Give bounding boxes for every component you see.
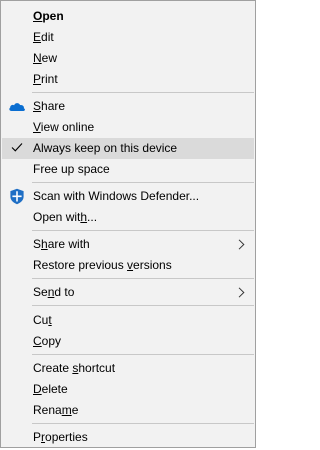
menu-item-label: Cut <box>33 313 52 327</box>
menu-item-free-up-space[interactable]: Free up space <box>2 159 254 180</box>
menu-item-cut[interactable]: Cut <box>2 310 254 331</box>
menu-item-open[interactable]: Open <box>2 6 254 27</box>
menu-item-edit[interactable]: Edit <box>2 27 254 48</box>
menu-separator <box>32 182 254 183</box>
menu-item-restore-previous-versions[interactable]: Restore previous versions <box>2 255 254 276</box>
menu-item-label: Share <box>33 99 66 113</box>
menu-item-label: New <box>33 51 58 65</box>
menu-item-label: Delete <box>33 382 68 396</box>
checkmark-icon <box>11 143 23 152</box>
menu-separator <box>32 230 254 231</box>
menu-item-send-to[interactable]: Send to <box>2 282 254 303</box>
menu-item-label: Create shortcut <box>33 361 116 375</box>
menu-separator <box>32 278 254 279</box>
menu-item-print[interactable]: Print <box>2 69 254 90</box>
menu-item-label: Print <box>33 72 58 86</box>
menu-item-label: Restore previous versions <box>33 258 172 272</box>
menu-item-label: Copy <box>33 334 62 348</box>
windows-defender-shield-icon <box>10 188 24 205</box>
menu-separator <box>32 305 254 306</box>
menu-item-create-shortcut[interactable]: Create shortcut <box>2 358 254 379</box>
onedrive-cloud-icon <box>9 103 25 111</box>
menu-item-view-online[interactable]: View online <box>2 117 254 138</box>
menu-item-label: Open with... <box>33 210 98 224</box>
context-menu: Open Edit New Print Share View online Al… <box>0 0 256 448</box>
menu-separator <box>32 423 254 424</box>
menu-item-copy[interactable]: Copy <box>2 331 254 352</box>
menu-item-label: Send to <box>33 285 75 299</box>
menu-item-delete[interactable]: Delete <box>2 379 254 400</box>
menu-item-share[interactable]: Share <box>2 96 254 117</box>
menu-item-scan-defender[interactable]: Scan with Windows Defender... <box>2 186 254 207</box>
menu-item-open-with[interactable]: Open with... <box>2 207 254 228</box>
menu-separator <box>32 354 254 355</box>
menu-item-label: View online <box>33 120 95 134</box>
menu-item-new[interactable]: New <box>2 48 254 69</box>
menu-item-rename[interactable]: Rename <box>2 400 254 421</box>
menu-item-share-with[interactable]: Share with <box>2 234 254 255</box>
menu-item-label: Scan with Windows Defender... <box>33 189 200 203</box>
menu-item-always-keep[interactable]: Always keep on this device <box>2 138 254 159</box>
menu-item-label: Edit <box>33 30 54 44</box>
menu-item-label: Properties <box>33 430 88 444</box>
chevron-right-icon <box>238 287 245 298</box>
menu-separator <box>32 92 254 93</box>
chevron-right-icon <box>238 239 245 250</box>
menu-item-properties[interactable]: Properties <box>2 427 254 448</box>
menu-item-label: Share with <box>33 237 90 251</box>
menu-item-label: Free up space <box>33 162 110 176</box>
menu-item-label: Open <box>33 9 64 23</box>
menu-item-label: Always keep on this device <box>33 141 178 155</box>
menu-item-label: Rename <box>33 403 79 417</box>
